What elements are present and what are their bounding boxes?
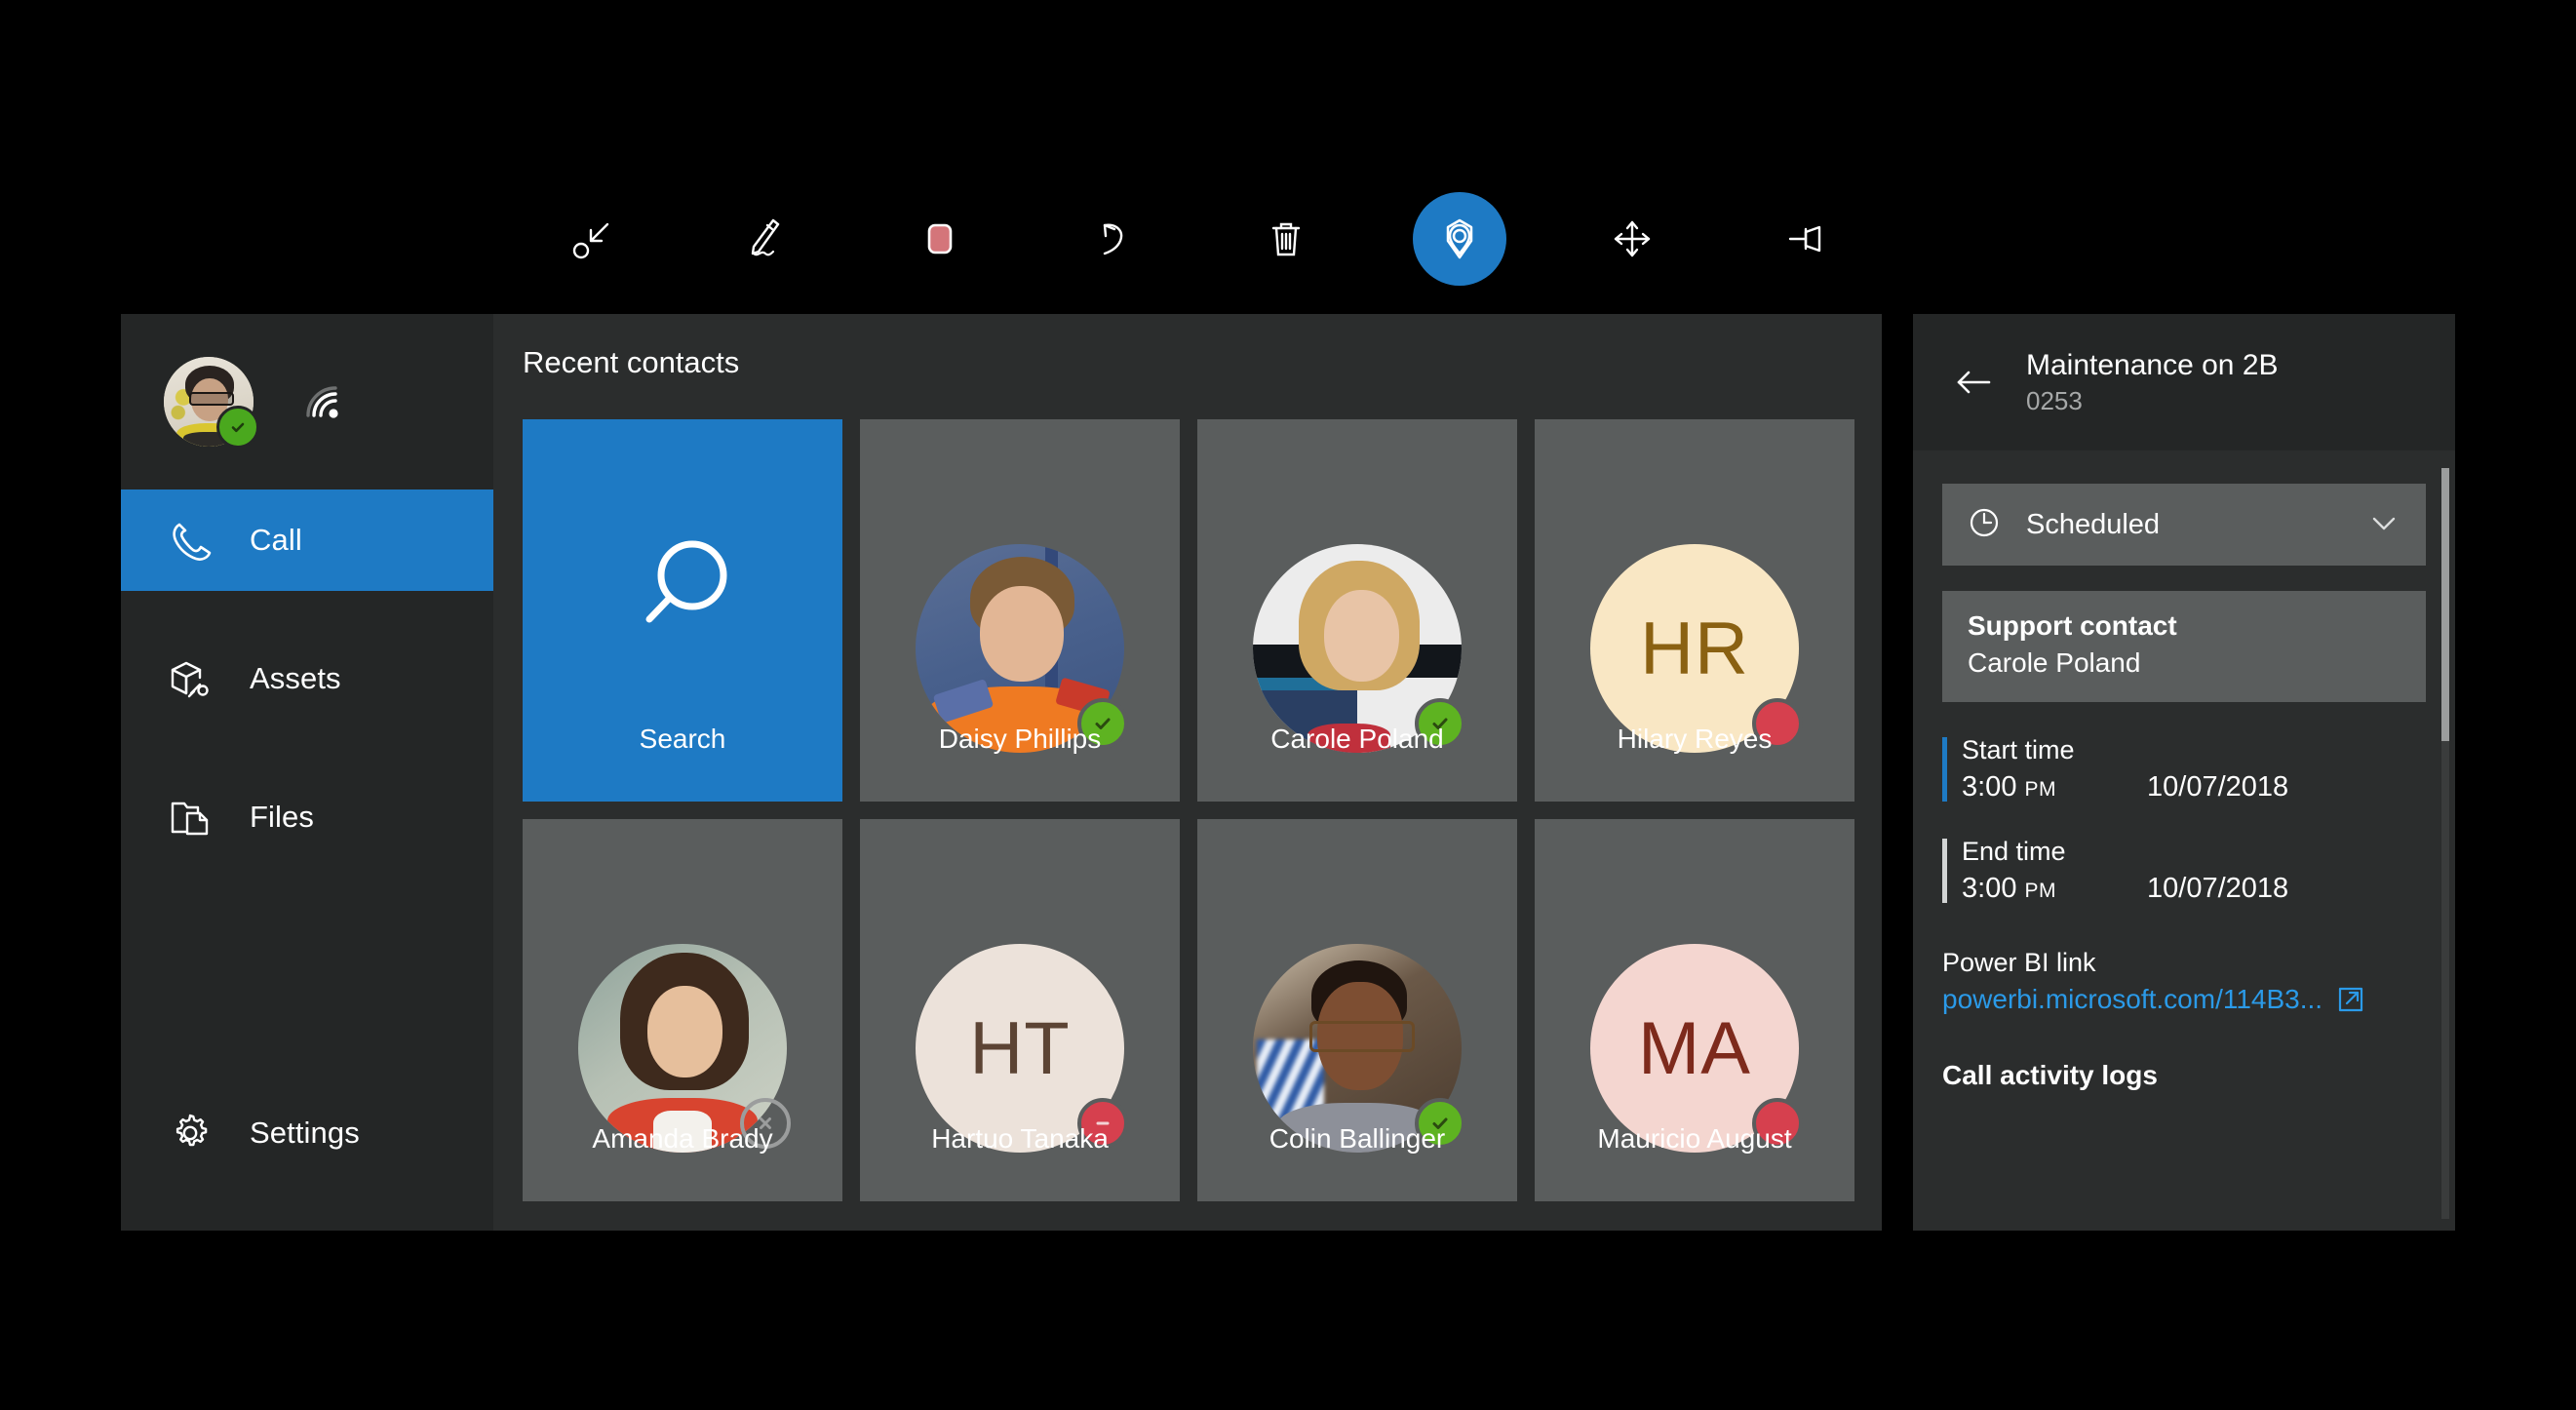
- sidebar-item-label: Settings: [250, 1116, 360, 1150]
- signal-strength-icon: [293, 372, 351, 431]
- left-sidebar: Call Assets Files Settings: [121, 314, 493, 1231]
- anchor-pin-icon[interactable]: [1412, 192, 1506, 286]
- end-time-block: End time 3:00 PM 10/07/2018: [1942, 837, 2426, 905]
- clock-icon: [1968, 506, 2001, 544]
- sidebar-item-call[interactable]: Call: [121, 490, 493, 591]
- detail-scrollbar-thumb[interactable]: [2441, 468, 2449, 741]
- sidebar-item-settings[interactable]: Settings: [121, 1082, 493, 1184]
- call-activity-logs-label: Call activity logs: [1942, 1060, 2158, 1090]
- contact-tile[interactable]: HR Hilary Reyes: [1535, 419, 1854, 802]
- support-contact-card[interactable]: Support contact Carole Poland: [1942, 591, 2426, 702]
- undo-icon[interactable]: [1066, 192, 1159, 286]
- back-arrow-icon[interactable]: [1946, 355, 2001, 410]
- status-label: Scheduled: [2026, 508, 2161, 540]
- pen-icon[interactable]: [720, 192, 813, 286]
- phone-icon: [164, 514, 216, 567]
- detail-scrollbar[interactable]: [2441, 468, 2449, 1219]
- trash-icon[interactable]: [1239, 192, 1333, 286]
- sidebar-item-label: Files: [250, 800, 314, 834]
- end-date-value: 10/07/2018: [2147, 873, 2289, 904]
- contact-name: Colin Ballinger: [1268, 1123, 1446, 1154]
- start-time-block: Start time 3:00 PM 10/07/2018: [1942, 735, 2426, 803]
- contact-avatar: [578, 944, 791, 1153]
- powerbi-link-text: powerbi.microsoft.com/114B3...: [1942, 984, 2323, 1014]
- detail-title: Maintenance on 2B: [2026, 348, 2279, 381]
- sidebar-item-files[interactable]: Files: [121, 766, 493, 868]
- search-icon: [620, 527, 745, 656]
- contact-avatar: [1253, 944, 1465, 1153]
- contact-name: Daisy Phillips: [938, 724, 1102, 754]
- contact-tile[interactable]: HT Hartuo Tanaka: [860, 819, 1180, 1201]
- page-title: Recent contacts: [523, 345, 740, 379]
- move-icon[interactable]: [1585, 192, 1679, 286]
- contact-tile[interactable]: Amanda Brady: [523, 819, 842, 1201]
- end-time-value: 3:00 PM: [1962, 873, 2057, 904]
- contact-tile[interactable]: Carole Poland: [1197, 419, 1517, 802]
- sidebar-item-label: Call: [250, 523, 302, 557]
- color-swatch-icon[interactable]: [892, 192, 986, 286]
- contact-avatar: MA: [1590, 944, 1803, 1153]
- collapse-icon[interactable]: [546, 192, 640, 286]
- contact-avatar: HR: [1590, 544, 1803, 753]
- contact-avatar: [1253, 544, 1465, 753]
- presence-badge-available: [216, 406, 259, 449]
- detail-subtitle: 0253: [2026, 385, 2083, 415]
- profile-row: [121, 314, 493, 490]
- powerbi-link[interactable]: powerbi.microsoft.com/114B3...: [1942, 984, 2426, 1015]
- contact-name: Amanda Brady: [592, 1123, 773, 1154]
- gear-icon: [164, 1107, 216, 1159]
- powerbi-label: Power BI link: [1942, 948, 2096, 977]
- contact-avatar: HT: [916, 944, 1128, 1153]
- start-time-value: 3:00 PM: [1962, 771, 2057, 803]
- avatar[interactable]: [164, 357, 259, 449]
- start-time-label: Start time: [1962, 735, 2075, 764]
- detail-header: Maintenance on 2B 0253: [1913, 314, 2455, 450]
- files-folder-icon: [164, 791, 216, 843]
- start-date-value: 10/07/2018: [2147, 771, 2289, 803]
- support-contact-value: Carole Poland: [1968, 647, 2141, 678]
- app-root: Call Assets Files Settings Recent contac…: [0, 0, 2576, 1410]
- chevron-down-icon: [2367, 506, 2400, 544]
- contact-avatar: [916, 544, 1128, 753]
- contact-name: Mauricio August: [1597, 1123, 1792, 1154]
- pin-icon[interactable]: [1759, 192, 1853, 286]
- main-panel: Recent contacts Search Daisy Phillips Ca…: [493, 314, 1882, 1231]
- contact-tile[interactable]: Colin Ballinger: [1197, 819, 1517, 1201]
- external-link-icon: [2336, 985, 2365, 1014]
- contact-name: Hilary Reyes: [1617, 724, 1773, 754]
- contact-tile[interactable]: Daisy Phillips: [860, 419, 1180, 802]
- sidebar-item-assets[interactable]: Assets: [121, 628, 493, 729]
- search-tile-label: Search: [639, 724, 726, 754]
- contact-name: Hartuo Tanaka: [931, 1123, 1109, 1154]
- support-contact-label: Support contact: [1968, 610, 2177, 641]
- sidebar-item-label: Assets: [250, 661, 341, 695]
- contact-tile[interactable]: MA Mauricio August: [1535, 819, 1854, 1201]
- detail-body: Scheduled Support contact Carole Poland …: [1913, 450, 2455, 1091]
- contact-name: Carole Poland: [1270, 724, 1444, 754]
- search-tile[interactable]: Search: [523, 419, 842, 802]
- powerbi-block: Power BI link powerbi.microsoft.com/114B…: [1942, 948, 2426, 1015]
- status-dropdown[interactable]: Scheduled: [1942, 484, 2426, 566]
- detail-panel: Maintenance on 2B 0253 Scheduled Support…: [1913, 314, 2455, 1231]
- contacts-grid: Search Daisy Phillips Carole Poland HR H…: [523, 419, 1854, 1201]
- assets-box-wrench-icon: [164, 652, 216, 705]
- end-time-label: End time: [1962, 837, 2066, 866]
- annotation-toolbar: [507, 180, 1892, 297]
